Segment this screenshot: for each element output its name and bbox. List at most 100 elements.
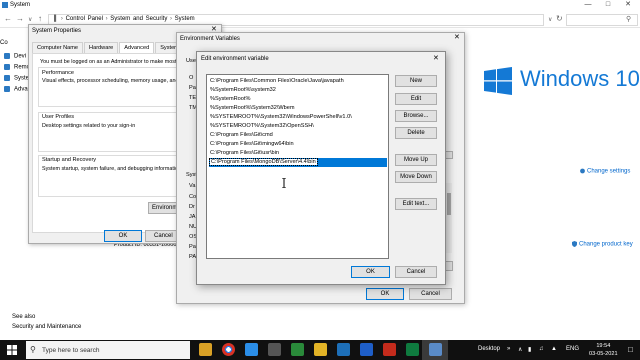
path-entry-selected[interactable]: C:\Program Files\MongoDB\Server\4.4\bin xyxy=(209,158,387,167)
system-vars-scroll-thumb[interactable] xyxy=(447,193,451,215)
move-down-button[interactable]: Move Down xyxy=(395,171,437,183)
chrome-icon[interactable] xyxy=(222,343,235,356)
nav-system-protection[interactable]: Syste xyxy=(4,75,29,82)
show-hidden-icons-icon[interactable]: ∧ xyxy=(518,346,522,353)
path-entry[interactable]: %SystemRoot% xyxy=(209,95,387,104)
system-window-title: System xyxy=(10,2,31,8)
excel-icon[interactable] xyxy=(406,343,419,356)
taskbar-search-placeholder: Type here to search xyxy=(42,347,100,354)
taskbar-search-icon: ⚲ xyxy=(30,345,36,354)
path-entry[interactable]: C:\Program Files\Git\mingw64\bin xyxy=(209,140,387,149)
envvars-cancel-button[interactable]: Cancel xyxy=(409,288,452,300)
back-arrow-icon[interactable]: ← xyxy=(4,14,12,23)
path-entry[interactable]: %SystemRoot%\system32 xyxy=(209,86,387,95)
user-var-row[interactable]: O xyxy=(189,75,193,81)
app-icon-red[interactable] xyxy=(383,343,396,356)
new-button[interactable]: New xyxy=(395,75,437,87)
system-vars-button-stub[interactable] xyxy=(445,261,453,271)
windows-10-brand-text: Windows 10 xyxy=(520,66,640,91)
word-icon[interactable] xyxy=(360,343,373,356)
tab-hardware[interactable]: Hardware xyxy=(84,42,119,53)
app-icon-blue[interactable] xyxy=(337,343,350,356)
path-entry[interactable]: %SystemRoot%\System32\Wbem xyxy=(209,104,387,113)
see-also-heading: See also xyxy=(12,314,36,320)
delete-button[interactable]: Delete xyxy=(395,127,437,139)
sys-var-row[interactable]: Pa xyxy=(189,244,196,250)
security-maintenance-link[interactable]: Security and Maintenance xyxy=(12,324,81,330)
volume-icon[interactable]: ♫ xyxy=(539,346,544,352)
control-panel-home[interactable]: Co xyxy=(0,40,8,46)
battery-icon[interactable]: ▮ xyxy=(528,346,531,353)
desktop-toolbar-label[interactable]: Desktop xyxy=(478,346,500,352)
path-entry[interactable]: C:\Program Files\Common Files\Oracle\Jav… xyxy=(209,77,387,86)
envvars-close-icon[interactable]: ✕ xyxy=(454,33,460,41)
start-windows-icon xyxy=(7,345,17,355)
breadcrumb-system[interactable]: System xyxy=(175,16,195,22)
path-entry[interactable]: C:\Program Files\Git\usr\bin xyxy=(209,149,387,158)
browse-button[interactable]: Browse... xyxy=(395,110,437,122)
refresh-icon[interactable]: ↻ xyxy=(556,14,563,23)
up-arrow-icon[interactable]: ↑ xyxy=(38,14,42,23)
windows-logo-icon xyxy=(484,67,512,95)
path-entry[interactable]: %SYSTEMROOT%\System32\OpenSSH\ xyxy=(209,122,387,131)
edit-ok-button[interactable]: OK xyxy=(351,266,390,278)
envvars-ok-button[interactable]: OK xyxy=(366,288,404,300)
vscode-icon[interactable] xyxy=(245,343,258,356)
sys-var-row[interactable]: Dr xyxy=(189,204,195,210)
move-up-button[interactable]: Move Up xyxy=(395,154,437,166)
nav-remote-settings[interactable]: Remo xyxy=(4,64,30,71)
forward-arrow-icon[interactable]: → xyxy=(16,14,24,23)
search-icon: ⚲ xyxy=(626,16,632,23)
performance-desc: Visual effects, processor scheduling, me… xyxy=(42,78,177,84)
nav-advanced-settings[interactable]: Adva xyxy=(4,86,28,93)
edit-cancel-button[interactable]: Cancel xyxy=(395,266,437,278)
control-panel-icon[interactable] xyxy=(429,343,442,356)
app-icon-yellow[interactable] xyxy=(314,343,327,356)
environment-variables-button[interactable]: Environment xyxy=(148,202,186,214)
sysprops-ok-button[interactable]: OK xyxy=(104,230,142,242)
user-vars-button-stub[interactable] xyxy=(445,151,453,159)
close-window-button[interactable]: ✕ xyxy=(618,0,638,11)
address-dropdown-icon[interactable]: ∨ xyxy=(548,16,552,23)
settings-shield-icon xyxy=(580,168,585,174)
taskbar-clock[interactable]: 19:54 03-05-2021 xyxy=(589,342,618,358)
minimize-button[interactable]: — xyxy=(578,0,598,11)
user-var-row[interactable]: Pa xyxy=(189,85,196,91)
user-profiles-desc: Desktop settings related to your sign-in xyxy=(42,123,136,129)
network-icon[interactable]: ▲ xyxy=(551,346,557,352)
path-entry[interactable]: C:\Program Files\Git\cmd xyxy=(209,131,387,140)
edit-dialog-close-icon[interactable]: ✕ xyxy=(433,54,439,62)
start-button[interactable] xyxy=(0,340,24,360)
tab-computer-name[interactable]: Computer Name xyxy=(32,42,84,53)
path-entry-edit-field[interactable]: C:\Program Files\MongoDB\Server\4.4\bin xyxy=(209,158,318,166)
change-settings-link[interactable]: Change settings xyxy=(580,168,630,175)
startup-recovery-title: Startup and Recovery xyxy=(42,157,97,163)
clock-date: 03-05-2021 xyxy=(589,351,618,357)
nav-device-manager[interactable]: Devi xyxy=(4,53,26,60)
language-indicator[interactable]: ENG xyxy=(566,346,579,352)
app-icon-green[interactable] xyxy=(291,343,304,356)
edit-text-button[interactable]: Edit text... xyxy=(395,198,437,210)
sysprops-cancel-button[interactable]: Cancel xyxy=(145,230,178,242)
path-entry[interactable]: %SYSTEMROOT%\System32\WindowsPowerShell\… xyxy=(209,113,387,122)
app-icon[interactable] xyxy=(268,343,281,356)
recent-dropdown-icon[interactable]: ∨ xyxy=(28,16,32,23)
tab-advanced[interactable]: Advanced xyxy=(119,42,155,53)
shield-icon xyxy=(4,86,10,92)
notifications-icon[interactable]: □ xyxy=(628,345,633,354)
breadcrumb-system-security[interactable]: System and Security xyxy=(110,16,167,22)
shield-icon xyxy=(4,64,10,70)
maximize-button[interactable]: □ xyxy=(598,0,618,11)
breadcrumb-control-panel[interactable]: Control Panel xyxy=(66,16,103,22)
edit-button[interactable]: Edit xyxy=(395,93,437,105)
change-product-key-link[interactable]: Change product key xyxy=(572,241,633,248)
sys-var-row[interactable]: JA xyxy=(189,214,196,220)
performance-title: Performance xyxy=(42,70,75,76)
sys-var-row[interactable]: PA xyxy=(189,254,196,260)
system-titlebar xyxy=(0,0,640,11)
system-properties-title: System Properties xyxy=(32,28,82,34)
file-explorer-icon[interactable] xyxy=(199,343,212,356)
desktop-toolbar-chevron-icon[interactable]: » xyxy=(507,346,510,352)
shield-icon xyxy=(4,75,10,81)
path-list[interactable]: C:\Program Files\Common Files\Oracle\Jav… xyxy=(206,74,389,259)
